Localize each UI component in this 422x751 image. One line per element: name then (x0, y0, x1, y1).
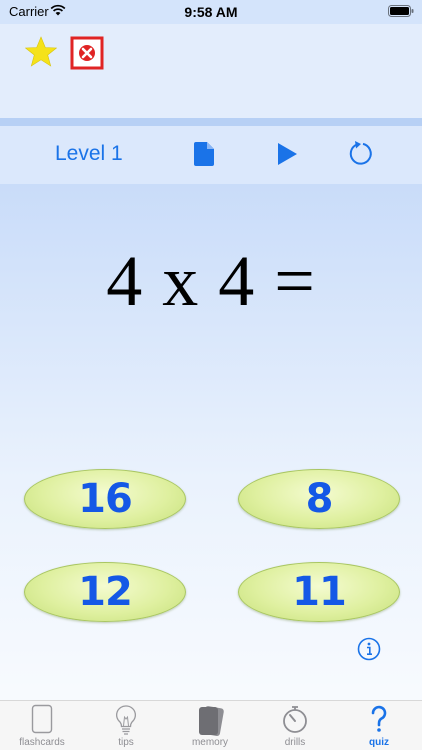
answer-label: 12 (78, 569, 133, 615)
quiz-screen: Carrier 9:58 AM Level 1 4 x 4 = 16 8 12 … (0, 0, 422, 750)
level-label[interactable]: Level 1 (55, 142, 123, 166)
answer-label: 16 (78, 476, 133, 522)
tab-label: memory (191, 737, 229, 748)
close-box-icon[interactable] (70, 36, 104, 70)
top-strip (0, 24, 422, 118)
answer-button-3[interactable]: 12 (24, 562, 186, 622)
tab-bar: flashcards tips memory drills quiz (0, 700, 422, 750)
document-icon[interactable] (193, 141, 215, 167)
tab-label: quiz (369, 737, 389, 748)
info-icon[interactable] (357, 637, 381, 661)
cards-stack-icon (199, 706, 224, 737)
tab-label: drills (284, 737, 306, 748)
card-icon (31, 704, 53, 734)
timer-icon (283, 706, 307, 733)
battery-icon (388, 5, 414, 17)
answer-button-1[interactable]: 16 (24, 469, 186, 529)
divider-band (0, 118, 422, 126)
status-time: 9:58 AM (184, 4, 238, 20)
question-mark-icon (371, 705, 387, 732)
tab-tips[interactable]: tips (84, 701, 168, 751)
status-bar: Carrier 9:58 AM (0, 0, 422, 24)
answer-button-4[interactable]: 11 (238, 562, 400, 622)
answer-button-2[interactable]: 8 (238, 469, 400, 529)
lightbulb-icon (116, 705, 136, 735)
refresh-icon[interactable] (347, 140, 374, 167)
answer-label: 11 (292, 569, 347, 615)
tab-quiz[interactable]: quiz (337, 701, 421, 751)
question-text: 4 x 4 = (106, 241, 316, 321)
tab-label: tips (118, 737, 134, 748)
tab-label: flashcards (19, 737, 65, 748)
answer-label: 8 (305, 476, 334, 522)
tab-memory[interactable]: memory (168, 701, 252, 751)
tab-flashcards[interactable]: flashcards (0, 701, 84, 751)
play-icon[interactable] (276, 142, 298, 166)
toolbar: Level 1 (0, 126, 422, 184)
star-icon[interactable] (25, 36, 57, 68)
tab-drills[interactable]: drills (253, 701, 337, 751)
